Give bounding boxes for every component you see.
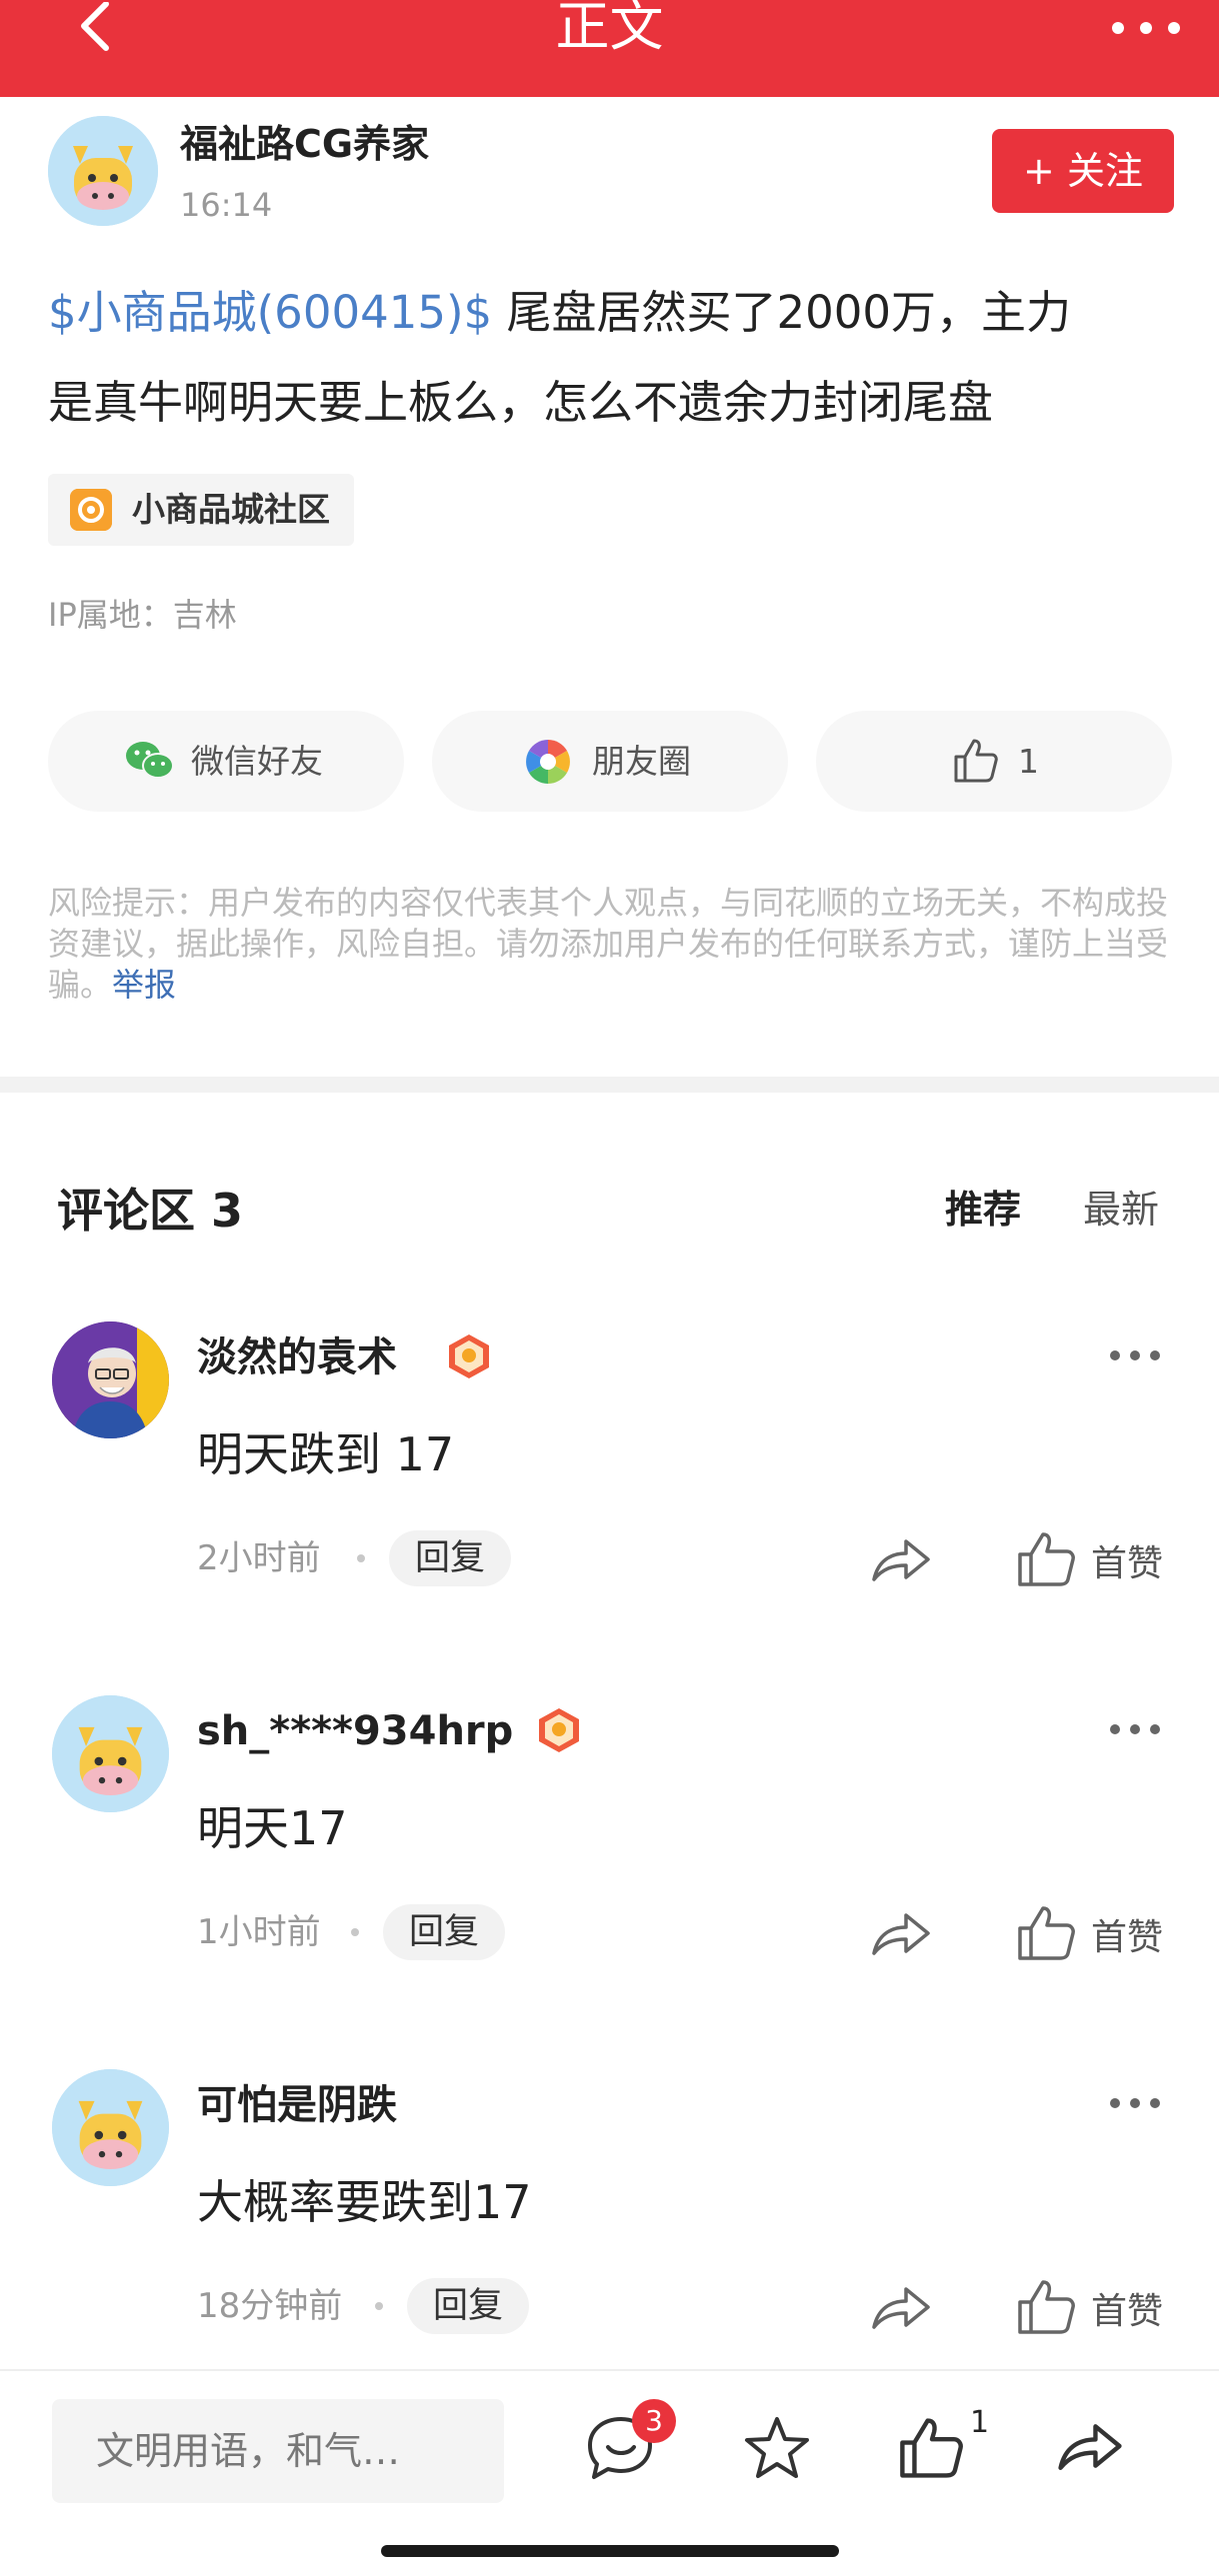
comment-text: 明天跌到 17: [197, 1427, 455, 1481]
post-text-line2: 是真牛啊明天要上板么，怎么不遗余力封闭尾盘: [48, 376, 994, 429]
ip-location: IP属地：吉林: [48, 596, 237, 634]
comment-author[interactable]: sh_****934hrp: [197, 1703, 513, 1759]
share-moments-label: 朋友圈: [592, 742, 691, 781]
separator-dot: [357, 1554, 365, 1562]
share-icon[interactable]: [1054, 2415, 1126, 2477]
author-name[interactable]: 福祉路CG养家: [180, 118, 429, 170]
cow-avatar-icon: [52, 1695, 169, 1812]
sort-recommended-tab[interactable]: 推荐: [945, 1184, 1021, 1236]
comment-text: 明天17: [197, 1801, 348, 1855]
person-avatar-icon: [52, 1321, 169, 1438]
report-link[interactable]: 举报: [112, 966, 176, 1004]
comment-avatar[interactable]: [52, 1321, 169, 1438]
comment-avatar[interactable]: [52, 1695, 169, 1812]
risk-text: 风险提示：用户发布的内容仅代表其个人观点，与同花顺的立场无关，不构成投资建议，据…: [48, 884, 1169, 1004]
section-divider: [0, 1077, 1219, 1093]
share-icon[interactable]: [868, 2279, 934, 2335]
like-label[interactable]: 首赞: [1091, 1913, 1163, 1963]
comment-time: 1小时前: [197, 1912, 321, 1952]
community-label: 小商品城社区: [132, 490, 330, 529]
comments-title: 评论区 3: [57, 1184, 244, 1238]
comment-text: 大概率要跌到17: [197, 2175, 532, 2229]
comment-more-icon[interactable]: [1107, 2095, 1163, 2111]
share-wechat-label: 微信好友: [191, 742, 323, 781]
separator-dot: [351, 1928, 359, 1936]
moments-icon: [526, 740, 570, 784]
comment-more-icon[interactable]: [1107, 1721, 1163, 1737]
comment-author[interactable]: 可怕是阴跌: [197, 2077, 397, 2133]
community-icon: [70, 489, 112, 531]
separator-dot: [375, 2302, 383, 2310]
reply-button[interactable]: 回复: [407, 2278, 530, 2334]
risk-notice: 风险提示：用户发布的内容仅代表其个人观点，与同花顺的立场无关，不构成投资建议，据…: [48, 883, 1174, 1006]
comment-time: 18分钟前: [197, 2286, 343, 2326]
level-badge-icon: [539, 1708, 579, 1752]
comment-count-badge: 3: [632, 2399, 676, 2443]
cow-avatar-icon: [52, 2069, 169, 2186]
stock-link[interactable]: $小商品城(600415)$: [48, 286, 492, 339]
comment-time: 2小时前: [197, 1538, 321, 1578]
thumbs-up-icon[interactable]: [898, 2415, 966, 2481]
wechat-icon: [126, 742, 174, 779]
star-icon[interactable]: [743, 2415, 811, 2481]
top-bar: 正文: [0, 0, 1219, 97]
comment-input[interactable]: 文明用语，和气…: [52, 2399, 504, 2503]
thumbs-up-icon[interactable]: [1016, 1904, 1078, 1962]
post-like-count: 1: [1018, 742, 1039, 781]
thumbs-up-icon: [954, 739, 998, 783]
post-time: 16:14: [180, 186, 273, 224]
comment-author[interactable]: 淡然的袁术: [197, 1329, 397, 1385]
post-body: $小商品城(600415)$ 尾盘居然买了2000万，主力 是真牛啊明天要上板么…: [48, 268, 1178, 448]
comment-more-icon[interactable]: [1107, 1347, 1163, 1363]
share-moments-button[interactable]: 朋友圈: [432, 711, 788, 812]
share-wechat-button[interactable]: 微信好友: [48, 711, 404, 812]
community-tag[interactable]: 小商品城社区: [48, 474, 354, 546]
page-title: 正文: [555, 0, 664, 58]
comment-avatar[interactable]: [52, 2069, 169, 2186]
post-text-line1: 尾盘居然买了2000万，主力: [492, 286, 1071, 339]
cow-avatar-icon: [48, 116, 158, 226]
level-badge-icon: [449, 1334, 489, 1378]
bottom-bar: 文明用语，和气… 3 1: [0, 2369, 1219, 2576]
like-label[interactable]: 首赞: [1091, 2287, 1163, 2337]
reply-button[interactable]: 回复: [389, 1530, 512, 1586]
follow-button[interactable]: + 关注: [992, 129, 1174, 213]
share-icon[interactable]: [868, 1905, 934, 1961]
like-label[interactable]: 首赞: [1091, 1539, 1163, 1589]
author-avatar[interactable]: [48, 116, 158, 226]
post-like-button[interactable]: 1: [816, 711, 1172, 812]
thumbs-up-icon[interactable]: [1016, 2278, 1078, 2336]
like-count: 1: [970, 2405, 990, 2440]
more-icon[interactable]: [1106, 8, 1186, 48]
thumbs-up-icon[interactable]: [1016, 1530, 1078, 1588]
home-indicator: [381, 2545, 839, 2557]
reply-button[interactable]: 回复: [383, 1904, 506, 1960]
sort-latest-tab[interactable]: 最新: [1083, 1184, 1159, 1236]
share-icon[interactable]: [868, 1531, 934, 1587]
